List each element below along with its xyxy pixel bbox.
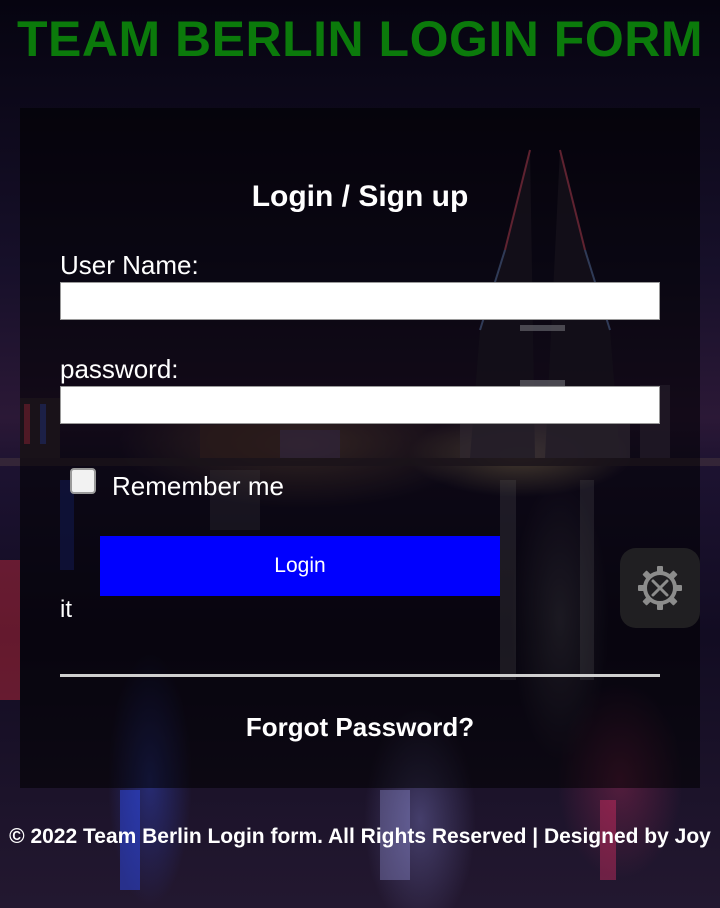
username-label: User Name: (60, 250, 199, 280)
settings-tools-icon (638, 566, 682, 610)
settings-floating-button[interactable] (620, 548, 700, 628)
form-heading: Login / Sign up (251, 180, 469, 213)
login-button[interactable]: Login (100, 536, 500, 596)
username-input[interactable] (60, 282, 660, 320)
remember-me-label[interactable]: Remember me (112, 471, 284, 502)
password-input[interactable] (60, 386, 660, 424)
forgot-password-link[interactable]: Forgot Password? (0, 712, 720, 743)
password-label: password: (60, 354, 179, 384)
divider (60, 674, 660, 677)
stray-text: it (60, 596, 72, 623)
footer-text: © 2022 Team Berlin Login form. All Right… (9, 825, 711, 848)
remember-me-row[interactable]: Remember me (70, 466, 284, 501)
remember-me-checkbox[interactable] (70, 468, 96, 494)
page-title: TEAM BERLIN LOGIN FORM (17, 11, 703, 67)
